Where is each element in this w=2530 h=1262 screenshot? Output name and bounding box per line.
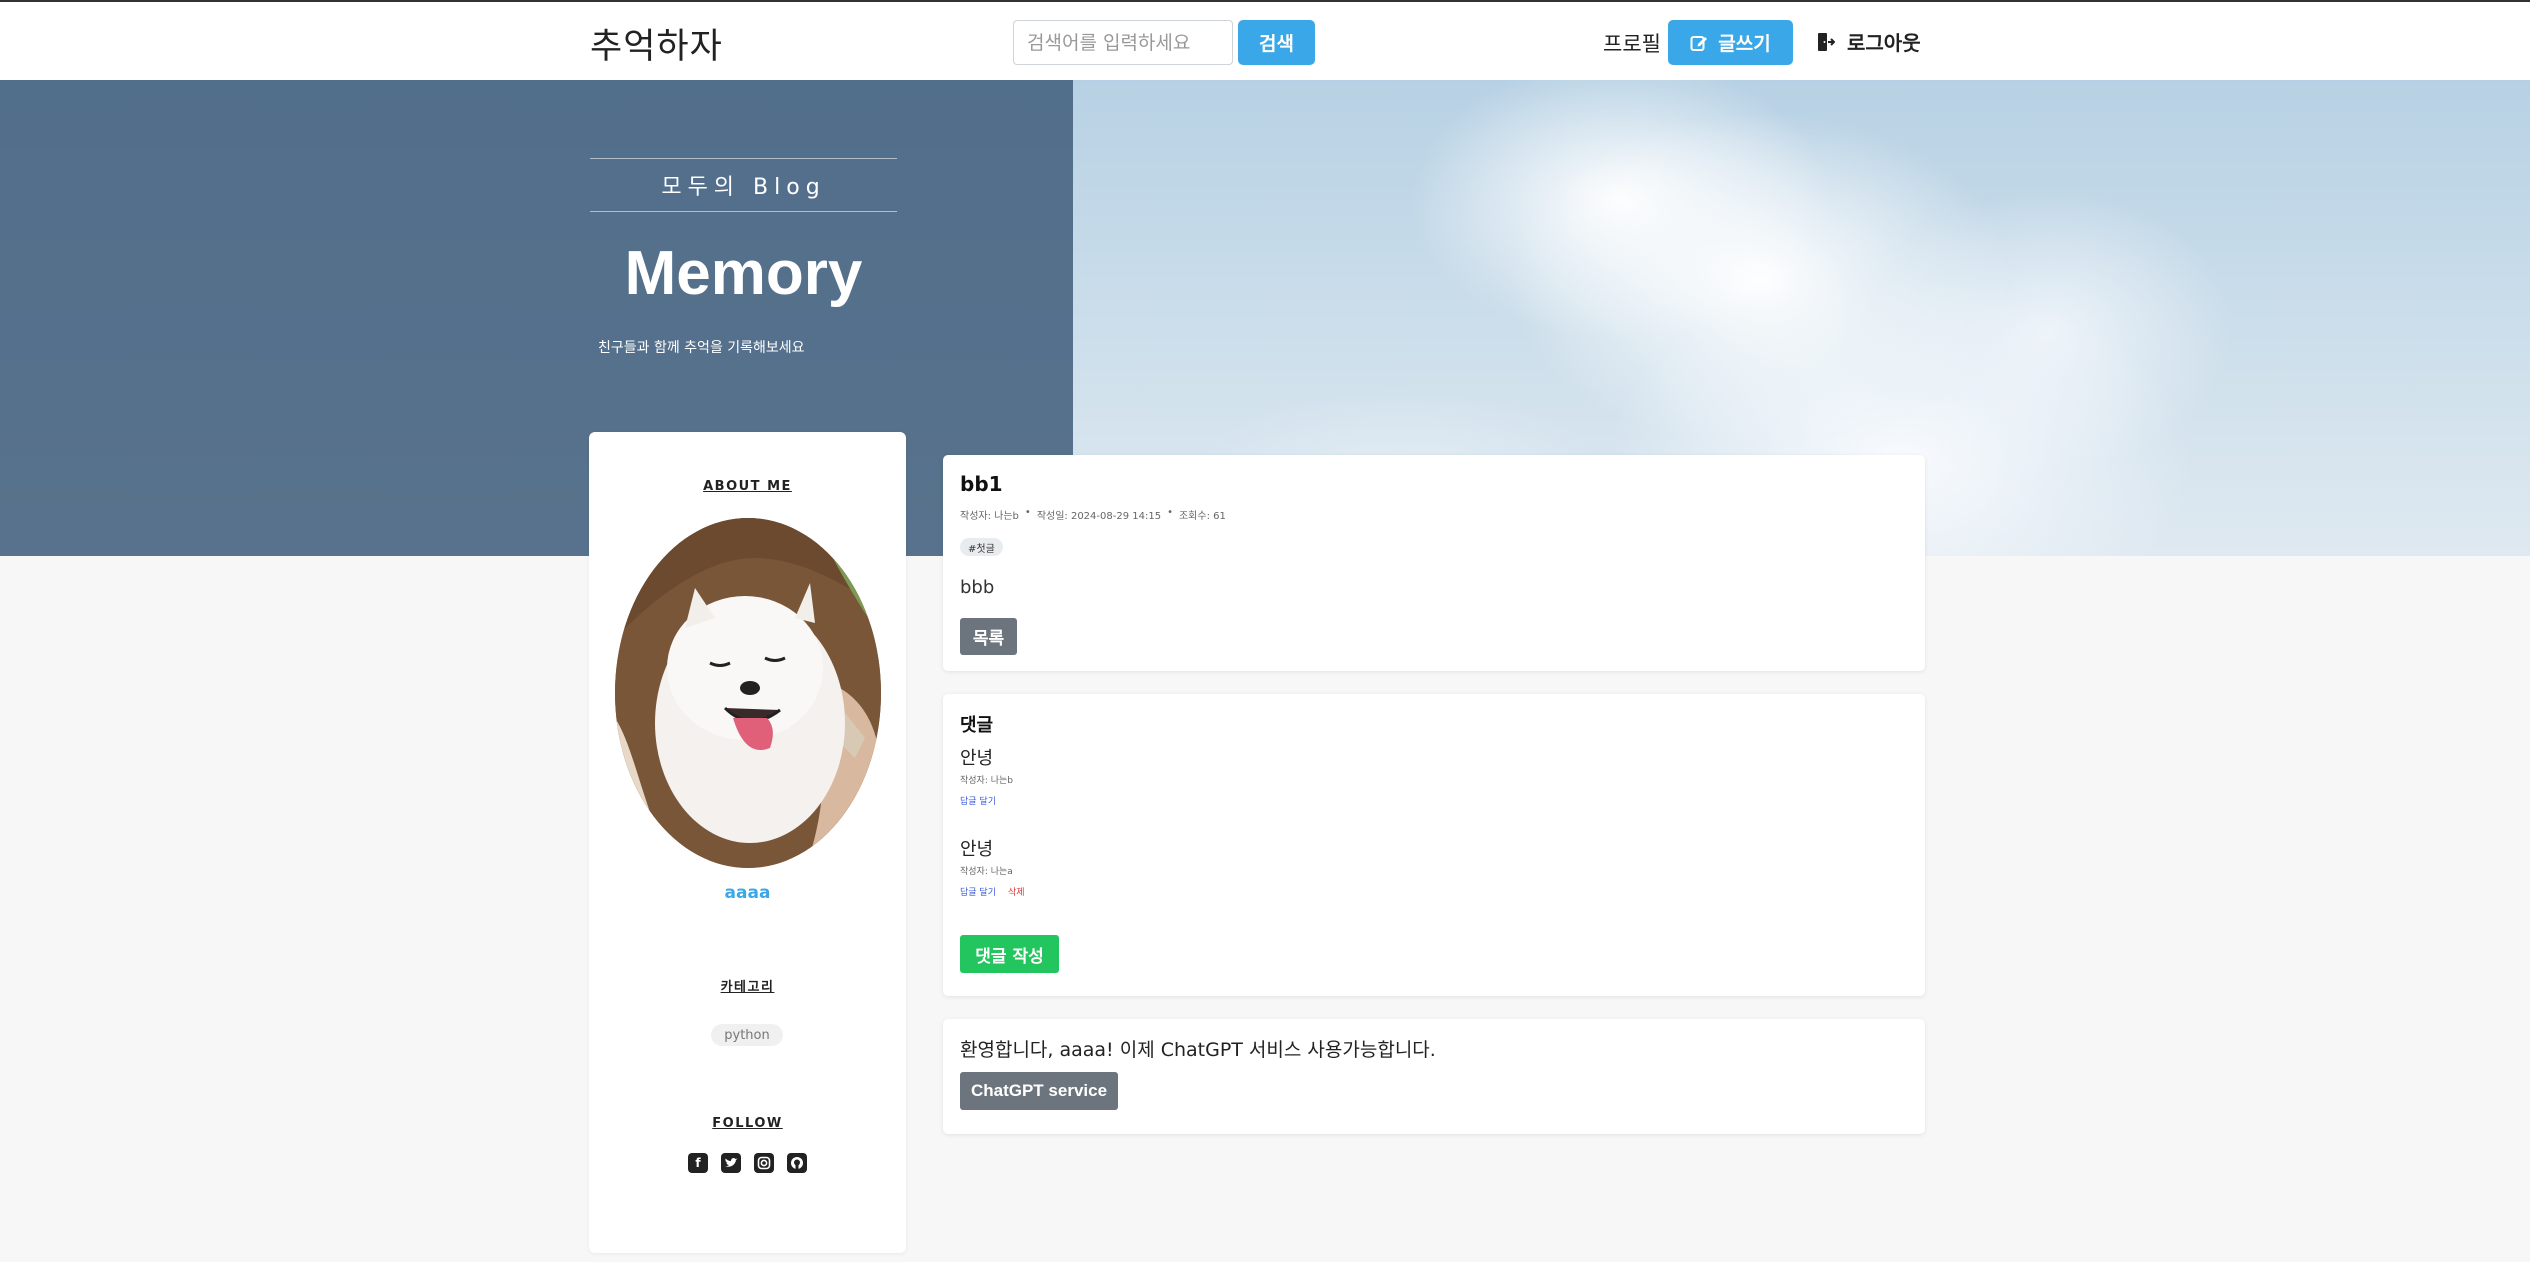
search-input[interactable] <box>1013 20 1233 65</box>
write-button[interactable]: 글쓰기 <box>1668 20 1793 65</box>
sidebar: ABOUT ME aaaa 카테고리 python FOLLOW f <box>589 432 906 1253</box>
chatgpt-card: 환영합니다, aaaa! 이제 ChatGPT 서비스 사용가능합니다. Cha… <box>943 1019 1925 1134</box>
list-button[interactable]: 목록 <box>960 618 1017 655</box>
brand-logo[interactable]: 추억하자 <box>590 18 723 69</box>
reply-link[interactable]: 답글 달기 <box>960 885 996 898</box>
meta-separator: • <box>1024 507 1031 518</box>
post-tag[interactable]: #첫글 <box>960 538 1003 556</box>
delete-link[interactable]: 삭제 <box>1008 885 1025 898</box>
post-date: 작성일: 2024-08-29 14:15 <box>1036 511 1162 522</box>
instagram-icon[interactable] <box>754 1153 774 1173</box>
post-body: bbb <box>960 577 995 598</box>
comment-text: 안녕 <box>960 839 994 860</box>
navbar: 추억하자 검색 프로필 글쓰기 로그아웃 <box>0 0 2530 80</box>
github-icon[interactable] <box>787 1153 807 1173</box>
comment-actions: 답글 달기 <box>960 794 996 807</box>
post-views: 조회수: 61 <box>1178 511 1226 522</box>
post-title: bb1 <box>960 472 1003 496</box>
logout-label: 로그아웃 <box>1847 31 1921 55</box>
comment-text: 안녕 <box>960 748 994 769</box>
post-author: 작성자: 나는b <box>960 511 1019 522</box>
chatgpt-welcome-message: 환영합니다, aaaa! 이제 ChatGPT 서비스 사용가능합니다. <box>960 1039 1436 1061</box>
edit-icon <box>1690 35 1708 51</box>
comments-heading: 댓글 <box>960 715 994 736</box>
post-card: bb1 작성자: 나는b • 작성일: 2024-08-29 14:15 • 조… <box>943 455 1925 671</box>
twitter-icon[interactable] <box>721 1153 741 1173</box>
chatgpt-service-button[interactable]: ChatGPT service <box>960 1072 1118 1110</box>
logout-link[interactable]: 로그아웃 <box>1817 27 1921 56</box>
profile-username[interactable]: aaaa <box>589 883 906 903</box>
comment-actions: 답글 달기 삭제 <box>960 885 1025 898</box>
comments-card: 댓글 안녕 작성자: 나는b 답글 달기 안녕 작성자: 나는a 답글 달기 삭… <box>943 694 1925 996</box>
meta-separator: • <box>1167 507 1173 518</box>
reply-link[interactable]: 답글 달기 <box>960 794 996 807</box>
avatar <box>615 518 881 868</box>
hero-description: 친구들과 함께 추억을 기록해보세요 <box>598 340 805 356</box>
write-button-label: 글쓰기 <box>1718 33 1771 55</box>
profile-link[interactable]: 프로필 <box>1603 28 1661 58</box>
category-heading: 카테고리 <box>720 980 775 995</box>
follow-heading: FOLLOW <box>712 1116 783 1131</box>
post-meta: 작성자: 나는b • 작성일: 2024-08-29 14:15 • 조회수: … <box>960 507 1226 522</box>
hero-subtitle: 모두의 Blog <box>590 158 897 212</box>
comment-author: 작성자: 나는b <box>960 776 1014 786</box>
facebook-icon[interactable]: f <box>688 1153 708 1173</box>
dog-photo <box>615 518 881 868</box>
category-tag-python[interactable]: python <box>711 1024 783 1046</box>
logout-icon <box>1818 32 1835 51</box>
hero-title: Memory <box>624 239 863 308</box>
follow-icons: f <box>589 1153 906 1173</box>
comment-author: 작성자: 나는a <box>960 867 1013 877</box>
hero-overlay <box>0 80 1073 556</box>
search-button[interactable]: 검색 <box>1238 20 1315 65</box>
about-heading: ABOUT ME <box>703 479 792 494</box>
write-comment-button[interactable]: 댓글 작성 <box>960 935 1059 973</box>
